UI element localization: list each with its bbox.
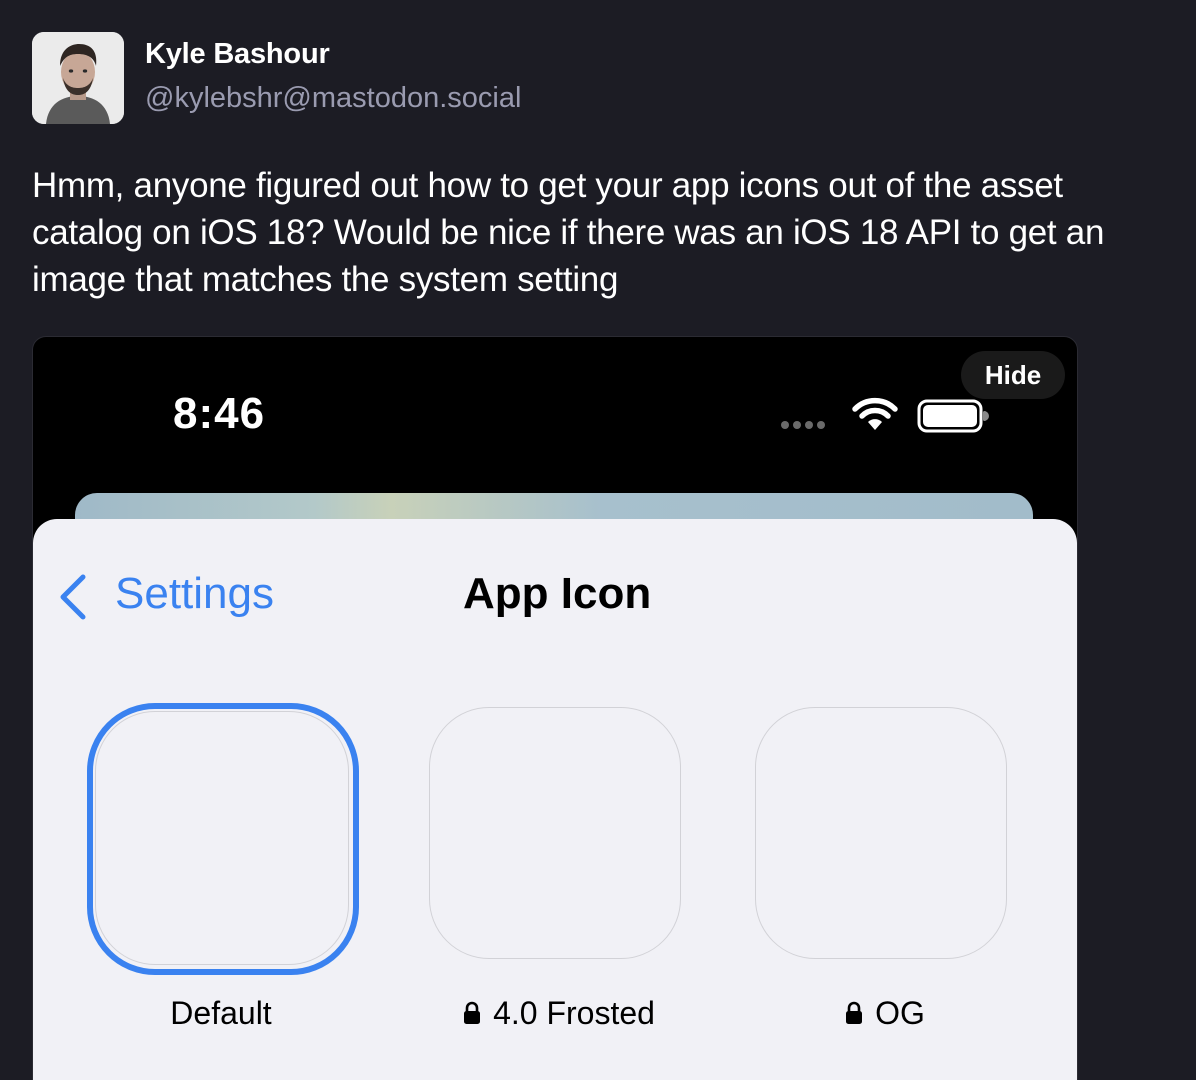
- page-title: App Icon: [463, 569, 652, 618]
- author-handle[interactable]: @kylebshr@mastodon.social: [145, 82, 521, 115]
- hide-media-button[interactable]: Hide: [961, 351, 1065, 399]
- author-name[interactable]: Kyle Bashour: [145, 38, 330, 71]
- wifi-icon: [852, 397, 898, 430]
- app-icon-tile[interactable]: [755, 707, 1007, 959]
- lock-icon: [464, 1001, 481, 1024]
- battery-icon: [917, 399, 989, 433]
- media-attachment[interactable]: Hide 8:46 Settings App Icon Default 4.0 …: [32, 336, 1078, 1080]
- app-icon-label: 4.0 Frosted: [429, 995, 689, 1032]
- app-icon-tile[interactable]: [429, 707, 681, 959]
- signal-dots-icon: [781, 421, 825, 429]
- app-icon-label: Default: [170, 995, 272, 1031]
- avatar[interactable]: [32, 32, 124, 124]
- lock-icon: [846, 1001, 863, 1024]
- app-icon-sheet: Settings App Icon Default 4.0 Frosted OG: [33, 519, 1077, 1080]
- post: Kyle Bashour @kylebshr@mastodon.social H…: [0, 0, 1196, 1080]
- back-button[interactable]: Settings: [115, 569, 274, 619]
- status-bar-time: 8:46: [173, 389, 266, 438]
- post-text: Hmm, anyone figured out how to get your …: [32, 166, 1105, 299]
- avatar-photo: [32, 32, 124, 124]
- chevron-left-icon[interactable]: [55, 571, 91, 623]
- app-icon-label: OG: [755, 995, 1015, 1032]
- app-icon-tile[interactable]: [95, 711, 349, 965]
